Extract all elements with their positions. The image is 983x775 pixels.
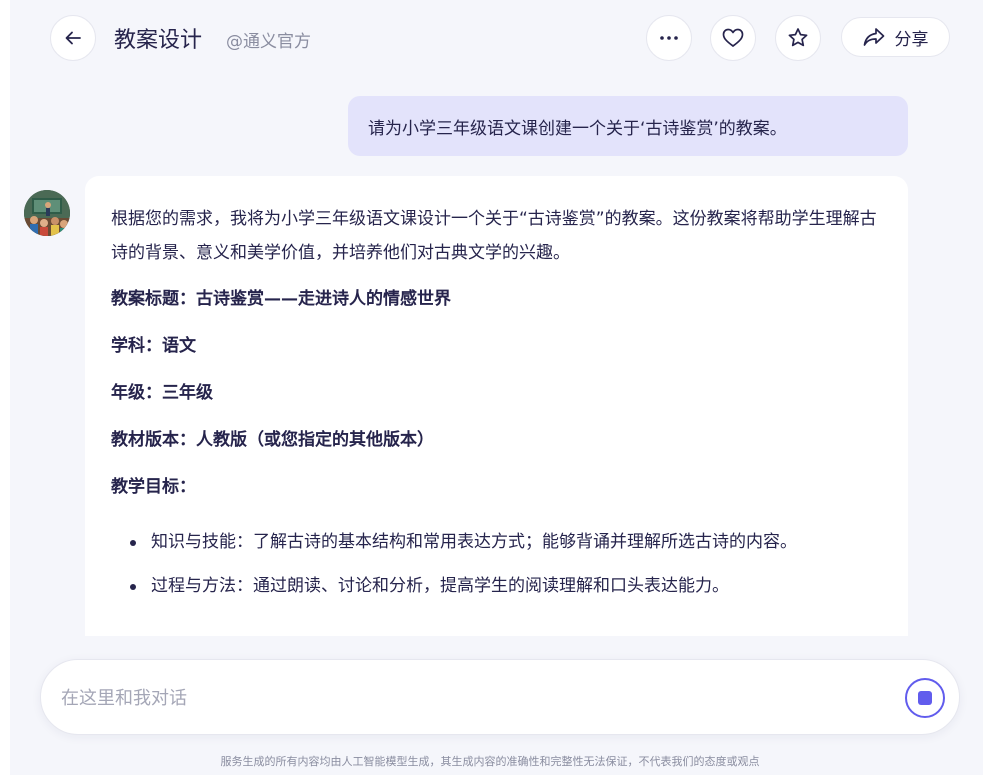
chat-input-box [40, 659, 960, 735]
list-item: 知识与技能：了解古诗的基本结构和常用表达方式；能够背诵并理解所选古诗的内容。 [125, 525, 882, 559]
heart-icon [722, 28, 744, 47]
back-button[interactable] [50, 15, 96, 61]
textbook-line: 教材版本：人教版（或您指定的其他版本） [111, 430, 434, 450]
chat-input[interactable] [61, 678, 881, 718]
page-title: 教案设计 [114, 28, 203, 53]
favorite-button[interactable] [775, 15, 821, 61]
ellipsis-icon [660, 36, 678, 40]
stop-generation-button[interactable] [905, 678, 945, 718]
assistant-message: 根据您的需求，我将为小学三年级语文课设计一个关于“古诗鉴赏”的教案。这份教案将帮… [85, 176, 908, 636]
grade-line: 年级：三年级 [111, 383, 213, 403]
like-button[interactable] [710, 15, 756, 61]
subject-line: 学科：语文 [111, 336, 196, 356]
more-button[interactable] [646, 15, 692, 61]
disclaimer-text: 服务生成的所有内容均由人工智能模型生成，其生成内容的准确性和完整性无法保证，不代… [220, 755, 760, 768]
author-label: @通义官方 [226, 32, 311, 52]
chat-page: 教案设计 @通义官方 分享 请为小学三年级语文课创建一个关于‘古诗鉴赏’的教案。 [10, 0, 983, 775]
lesson-title: 教案标题：古诗鉴赏——走进诗人的情感世界 [111, 289, 451, 309]
share-label: 分享 [894, 29, 929, 50]
list-item: 过程与方法：通过朗读、讨论和分析，提高学生的阅读理解和口头表达能力。 [125, 569, 882, 603]
user-message: 请为小学三年级语文课创建一个关于‘古诗鉴赏’的教案。 [348, 96, 908, 156]
objectives-heading: 教学目标： [111, 477, 196, 497]
share-arrow-icon [863, 28, 884, 46]
stop-icon [918, 691, 932, 705]
arrow-left-icon [65, 31, 81, 45]
objectives-list: 知识与技能：了解古诗的基本结构和常用表达方式；能够背诵并理解所选古诗的内容。 过… [111, 525, 882, 603]
assistant-avatar [24, 190, 70, 236]
share-button[interactable]: 分享 [841, 17, 950, 57]
star-icon [788, 28, 808, 47]
assistant-intro: 根据您的需求，我将为小学三年级语文课设计一个关于“古诗鉴赏”的教案。这份教案将帮… [111, 209, 877, 263]
